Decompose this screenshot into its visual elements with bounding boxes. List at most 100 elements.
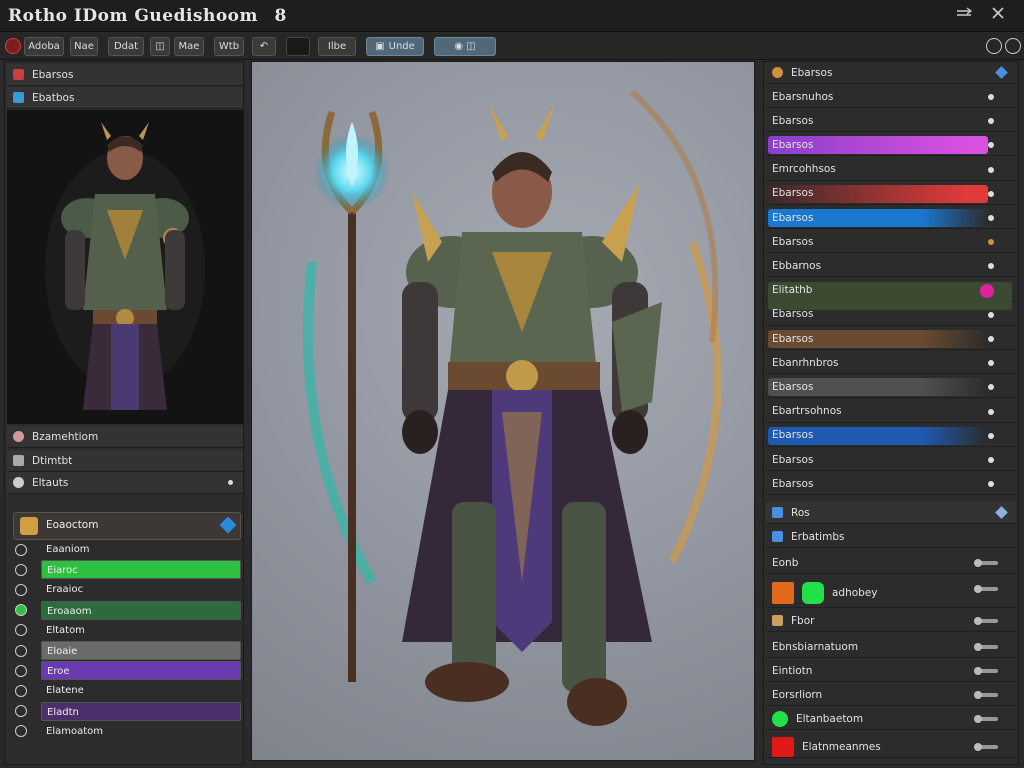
- record-icon[interactable]: [5, 38, 21, 54]
- slider-handle[interactable]: [974, 715, 998, 723]
- green-dot-icon[interactable]: [772, 710, 788, 727]
- layer-row[interactable]: Elatene: [15, 681, 241, 700]
- option-dot-icon[interactable]: [988, 384, 994, 391]
- toolbar-button-8[interactable]: ▣ Unde: [366, 37, 424, 56]
- option-dot-icon[interactable]: [988, 239, 994, 246]
- main-canvas[interactable]: [251, 61, 755, 761]
- section-row-3[interactable]: Eltauts: [7, 472, 243, 494]
- layer-row[interactable]: Eroaaom: [15, 600, 241, 620]
- visibility-icon[interactable]: [15, 644, 27, 657]
- visibility-icon[interactable]: [15, 624, 27, 637]
- toolbar-button-6[interactable]: Wtb: [214, 37, 244, 56]
- layer-row[interactable]: Eloaie: [15, 641, 241, 660]
- right-header[interactable]: Ebarsos: [766, 62, 1016, 84]
- slider-handle[interactable]: [974, 559, 998, 567]
- option-dot-icon[interactable]: [988, 481, 994, 488]
- layer-group-header[interactable]: Eoaoctom: [13, 512, 241, 540]
- visibility-icon[interactable]: [15, 705, 27, 718]
- setting-row[interactable]: Erbatimbs: [766, 526, 1016, 548]
- visibility-icon[interactable]: [15, 563, 27, 576]
- property-row[interactable]: Ebbarnos: [766, 255, 1016, 278]
- toolbar-button-2[interactable]: Nae: [70, 37, 98, 56]
- setting-row[interactable]: Elatnmeanmes: [766, 736, 1016, 758]
- toolbar-button-4[interactable]: ◫: [150, 37, 170, 56]
- toolbar-button-3[interactable]: Ddat: [108, 37, 144, 56]
- option-dot-icon[interactable]: [988, 94, 994, 100]
- setting-row[interactable]: Eonb: [766, 552, 1016, 574]
- toolbar-button-1[interactable]: Adoba: [24, 37, 64, 56]
- visibility-icon[interactable]: [15, 543, 27, 556]
- property-row[interactable]: Ebarsos: [766, 328, 1016, 350]
- layer-row[interactable]: Eroe: [15, 661, 241, 681]
- toolbar-button-5[interactable]: Mae: [174, 37, 204, 56]
- option-dot-icon[interactable]: [988, 311, 994, 318]
- slider-handle[interactable]: [974, 617, 998, 625]
- option-dot-icon[interactable]: [988, 190, 994, 197]
- option-dot-icon[interactable]: [988, 215, 994, 221]
- close-icon[interactable]: [988, 6, 1008, 24]
- color-swatch-button[interactable]: [286, 37, 310, 56]
- option-dot-icon[interactable]: [988, 408, 994, 415]
- setting-row[interactable]: Eorsrliorn: [766, 684, 1016, 706]
- property-row[interactable]: Ebarsos: [766, 183, 1016, 205]
- property-row[interactable]: Ebarsnuhos: [766, 86, 1016, 108]
- property-row[interactable]: Ebarsos: [766, 449, 1016, 471]
- option-dot-icon[interactable]: [988, 166, 994, 173]
- slider-handle[interactable]: [974, 667, 998, 675]
- option-dot-icon[interactable]: [988, 118, 994, 125]
- property-row[interactable]: Ebarsos: [766, 231, 1016, 254]
- red-swatch-icon[interactable]: [772, 736, 794, 757]
- visibility-icon[interactable]: [15, 664, 27, 677]
- property-row[interactable]: Ebarsos: [766, 425, 1016, 447]
- slider-handle[interactable]: [974, 691, 998, 699]
- setting-row[interactable]: adhobey: [766, 578, 1016, 608]
- options-dot-icon[interactable]: [228, 480, 233, 485]
- help-icon[interactable]: [1005, 38, 1021, 54]
- slider-handle[interactable]: [974, 743, 998, 751]
- visibility-icon[interactable]: [15, 583, 27, 596]
- option-dot-icon[interactable]: [988, 263, 994, 270]
- section-row-2[interactable]: Dtimtbt: [7, 450, 243, 472]
- property-row[interactable]: Elitathb: [766, 280, 1016, 310]
- option-dot-icon[interactable]: [988, 432, 994, 439]
- left-header-1[interactable]: Ebarsos: [7, 64, 243, 86]
- minimize-icon[interactable]: [954, 6, 974, 24]
- diamond-icon[interactable]: [995, 506, 1008, 519]
- section-row-1[interactable]: Bzamehtiom: [7, 426, 243, 448]
- toolbar-button-7[interactable]: Ilbe: [318, 37, 356, 56]
- layer-row[interactable]: Eraaioc: [15, 580, 241, 599]
- option-dot-icon[interactable]: [988, 142, 994, 149]
- setting-row[interactable]: Ebnsbiarnatuom: [766, 636, 1016, 658]
- property-row[interactable]: Ebarsos: [766, 473, 1016, 496]
- visibility-icon[interactable]: [15, 604, 27, 617]
- setting-row[interactable]: Fbor: [766, 610, 1016, 632]
- layer-row[interactable]: Eltatom: [15, 621, 241, 640]
- slider-handle[interactable]: [974, 643, 998, 651]
- property-row[interactable]: Ebarsos: [766, 304, 1016, 326]
- slider-handle[interactable]: [974, 585, 998, 593]
- setting-row[interactable]: Eintiotn: [766, 660, 1016, 682]
- option-dot-icon[interactable]: [988, 457, 994, 463]
- property-row[interactable]: Ebarsos: [766, 207, 1016, 229]
- toolbar-button-9[interactable]: ◉ ◫: [434, 37, 496, 56]
- setting-row[interactable]: Eltanbaetom: [766, 708, 1016, 730]
- undo-button[interactable]: ↶: [252, 37, 276, 56]
- layer-row[interactable]: Eaaniom: [15, 540, 241, 559]
- property-row[interactable]: Ebarsos: [766, 376, 1016, 399]
- property-row[interactable]: Ebartrsohnos: [766, 401, 1016, 423]
- visibility-icon[interactable]: [15, 725, 27, 738]
- visibility-icon[interactable]: [15, 684, 27, 697]
- property-row[interactable]: Ebarsos: [766, 110, 1016, 133]
- option-dot-icon[interactable]: [988, 336, 994, 342]
- layer-row[interactable]: Eladtn: [15, 701, 241, 721]
- layer-row[interactable]: Eiaroc: [15, 560, 241, 580]
- diamond-icon[interactable]: [995, 66, 1008, 79]
- section2-header[interactable]: Ros: [766, 502, 1016, 524]
- diamond-icon[interactable]: [219, 516, 237, 534]
- property-row[interactable]: Emrcohhsos: [766, 159, 1016, 181]
- orange-swatch-icon[interactable]: [772, 581, 794, 604]
- settings-icon[interactable]: [986, 38, 1002, 54]
- green-swatch-icon[interactable]: [802, 581, 824, 604]
- property-row[interactable]: Ebanrhnbros: [766, 352, 1016, 375]
- left-header-2[interactable]: Ebatbos: [7, 87, 243, 109]
